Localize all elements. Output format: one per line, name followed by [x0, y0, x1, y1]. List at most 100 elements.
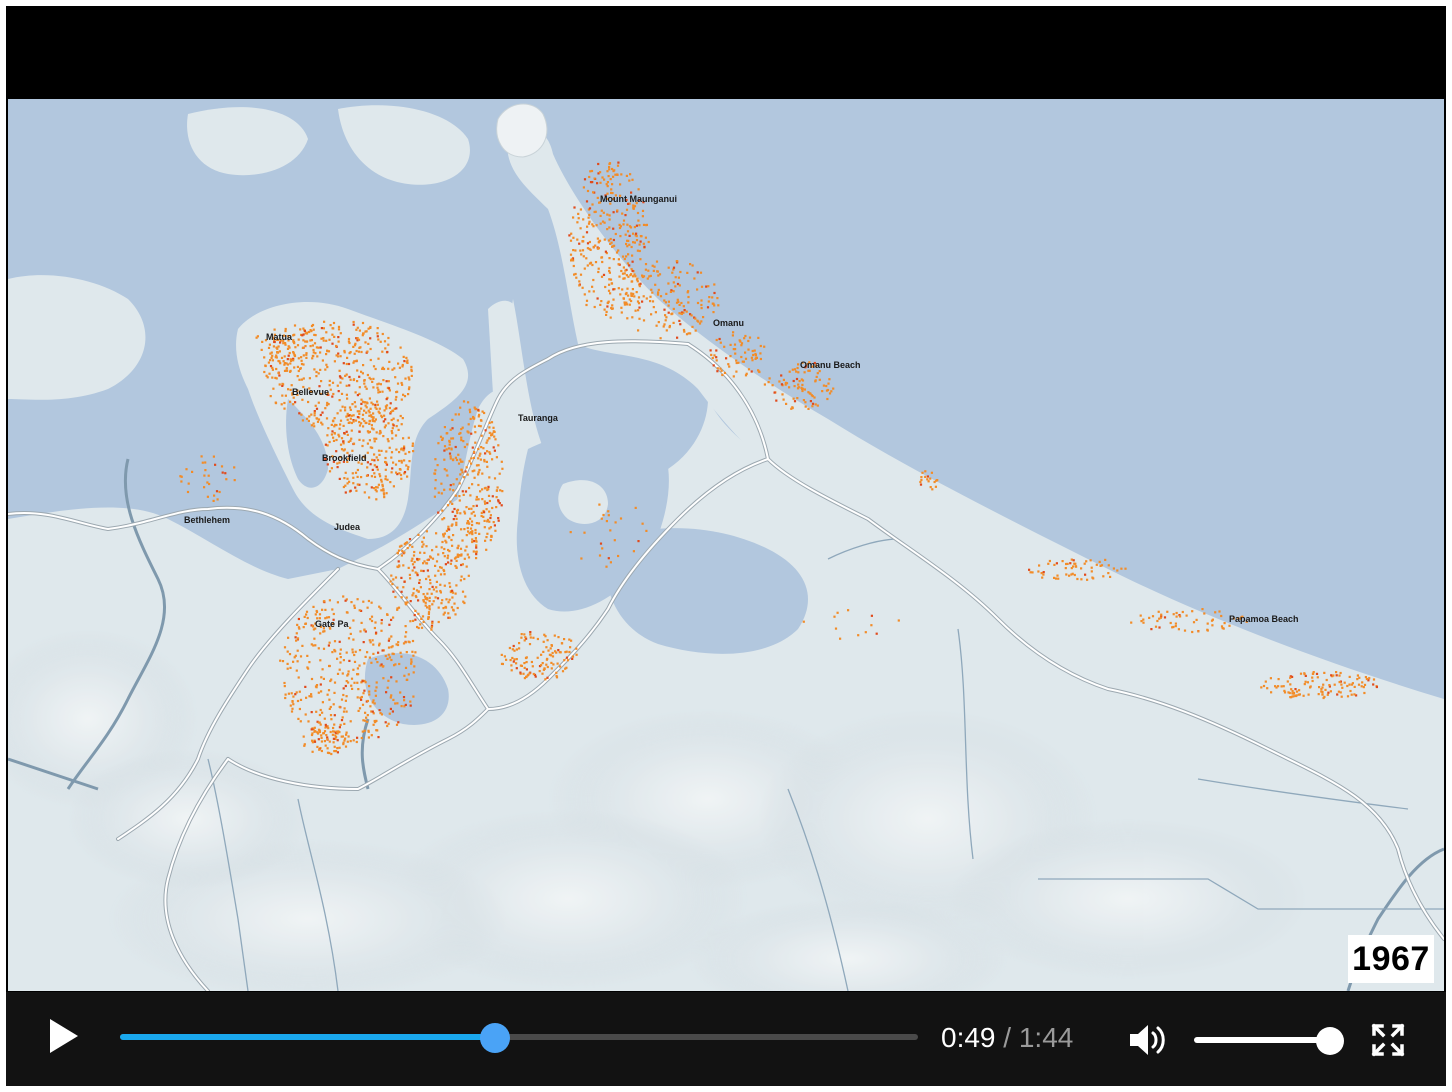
settlement-dot — [353, 360, 356, 363]
settlement-dot — [344, 737, 347, 740]
settlement-dot — [373, 472, 376, 475]
settlement-dot — [628, 264, 631, 267]
settlement-dot — [672, 307, 675, 310]
settlement-dot — [372, 386, 375, 389]
settlement-dot — [454, 514, 457, 518]
settlement-dot — [411, 545, 414, 548]
settlement-dot — [1262, 684, 1266, 688]
settlement-dot — [428, 588, 431, 591]
settlement-dot — [439, 589, 442, 593]
settlement-dot — [338, 731, 341, 734]
settlement-dot — [362, 332, 365, 335]
settlement-dot — [1260, 686, 1263, 689]
settlement-dot — [472, 510, 475, 514]
settlement-dot — [319, 351, 322, 354]
settlement-dot — [317, 691, 320, 694]
settlement-dot — [425, 545, 428, 548]
settlement-dot — [529, 633, 532, 636]
settlement-dot — [371, 458, 374, 461]
settlement-dot — [281, 382, 284, 385]
settlement-dot — [333, 745, 336, 748]
mute-button[interactable] — [1128, 1022, 1170, 1058]
settlement-dot — [1299, 672, 1303, 675]
settlement-dot — [335, 424, 338, 427]
settlement-dot — [1329, 690, 1332, 693]
settlement-dot — [370, 661, 373, 664]
settlement-dot — [443, 458, 446, 461]
settlement-dot — [349, 408, 352, 411]
settlement-dot — [328, 470, 332, 473]
settlement-dot — [341, 735, 344, 738]
fullscreen-button[interactable] — [1370, 1022, 1406, 1058]
settlement-dot — [582, 235, 585, 238]
progress-handle[interactable] — [480, 1023, 511, 1053]
settlement-dot — [352, 668, 355, 671]
settlement-dot — [404, 635, 407, 638]
progress-bar[interactable] — [120, 1023, 918, 1053]
settlement-dot — [747, 339, 750, 343]
settlement-dot — [356, 369, 359, 372]
settlement-dot — [375, 729, 378, 732]
settlement-dot — [356, 736, 359, 739]
settlement-dot — [315, 375, 318, 378]
settlement-dot — [271, 376, 274, 379]
settlement-dot — [356, 667, 359, 670]
settlement-dot — [365, 387, 368, 390]
settlement-dot — [857, 634, 860, 637]
settlement-dot — [563, 659, 566, 662]
fullscreen-icon — [1371, 1023, 1405, 1057]
settlement-dot — [672, 290, 675, 293]
settlement-dot — [386, 478, 389, 481]
settlement-dot — [826, 397, 829, 401]
settlement-dot — [707, 300, 710, 303]
settlement-dot — [632, 550, 635, 553]
settlement-dot — [499, 489, 502, 492]
settlement-dot — [400, 655, 403, 658]
settlement-dot — [454, 445, 457, 449]
settlement-dot — [631, 260, 634, 263]
settlement-dot — [754, 352, 757, 356]
settlement-dot — [929, 477, 932, 480]
settlement-dot — [419, 623, 422, 626]
settlement-dot — [1171, 626, 1174, 629]
settlement-dot — [1339, 691, 1342, 694]
settlement-dot — [532, 672, 535, 676]
settlement-dot — [451, 596, 454, 599]
settlement-dot — [696, 301, 700, 305]
settlement-dot — [500, 504, 503, 507]
settlement-dot — [387, 336, 390, 340]
settlement-dot — [477, 473, 480, 476]
settlement-dot — [392, 485, 395, 488]
settlement-dot — [636, 249, 639, 252]
settlement-dot — [428, 596, 431, 599]
settlement-dot — [615, 251, 619, 254]
settlement-dot — [390, 574, 393, 577]
settlement-dot — [351, 648, 354, 651]
settlement-dot — [333, 681, 337, 684]
settlement-dot — [434, 469, 437, 472]
settlement-dot — [358, 421, 361, 424]
volume-handle[interactable] — [1316, 1027, 1344, 1055]
settlement-dot — [208, 482, 211, 486]
settlement-dot — [493, 430, 496, 433]
settlement-dot — [501, 662, 504, 666]
video-frame[interactable]: Mount Maunganui Omanu Omanu Beach Matua … — [8, 99, 1444, 991]
settlement-dot — [501, 467, 504, 470]
settlement-dot — [620, 311, 623, 314]
settlement-dot — [335, 344, 338, 348]
settlement-dot — [557, 636, 560, 639]
settlement-dot — [515, 662, 518, 665]
settlement-dot — [303, 615, 306, 618]
settlement-dot — [630, 292, 633, 295]
settlement-dot — [625, 208, 629, 211]
settlement-dot — [319, 368, 322, 371]
volume-slider[interactable] — [1194, 1027, 1344, 1055]
video-player[interactable]: Mount Maunganui Omanu Omanu Beach Matua … — [6, 6, 1446, 1086]
settlement-dot — [297, 626, 300, 629]
settlement-dot — [1142, 618, 1145, 621]
settlement-dot — [588, 240, 591, 244]
settlement-dot — [563, 638, 566, 641]
play-button[interactable] — [44, 1016, 84, 1056]
settlement-dot — [390, 418, 393, 422]
settlement-dot — [605, 183, 608, 186]
